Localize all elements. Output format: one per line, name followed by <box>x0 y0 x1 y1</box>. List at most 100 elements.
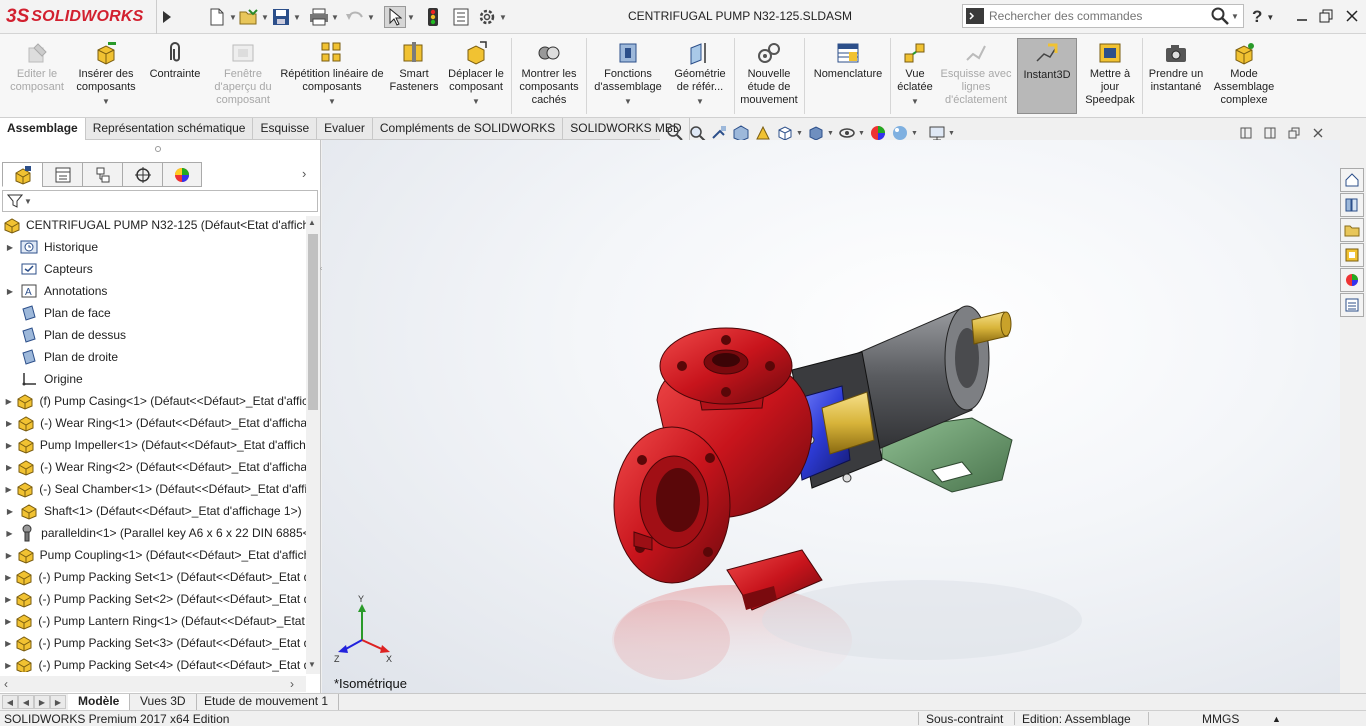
first-tab-arrow[interactable]: ◀ <box>2 695 18 709</box>
tab-configuration-manager[interactable] <box>82 162 122 187</box>
new-dropdown-arrow[interactable]: ▼ <box>228 13 238 22</box>
command-search[interactable]: ▼ <box>962 4 1244 28</box>
panel-grip-handle[interactable] <box>155 146 161 152</box>
expand-arrow[interactable]: ▶ <box>2 507 18 516</box>
tree-row[interactable]: Plan de dessus <box>0 324 306 346</box>
restore-button[interactable] <box>1314 4 1338 28</box>
pump-assembly-model[interactable]: Y X Z <box>322 140 1340 693</box>
tree-row[interactable]: ▶ Pump Coupling<1> (Défaut<<Défaut>_Etat … <box>0 544 306 566</box>
tree-row[interactable]: ▶ (-) Pump Lantern Ring<1> (Défaut<<Défau… <box>0 610 306 632</box>
tab-assemblage[interactable]: Assemblage <box>0 118 86 140</box>
expand-arrow[interactable]: ▶ <box>2 529 17 538</box>
tab-motion-study[interactable]: Etude de mouvement 1 <box>194 694 340 710</box>
show-hidden-components-button[interactable]: Montrer les composants cachés <box>514 38 584 116</box>
linear-pattern-button[interactable]: Répétition linéaire de composants ▼ <box>280 38 384 116</box>
exploded-view-dropdown[interactable]: ▼ <box>894 95 936 108</box>
tab-modele[interactable]: Modèle <box>68 694 131 710</box>
close-button[interactable] <box>1340 4 1364 28</box>
view-orientation-dropdown[interactable]: ▼ <box>796 130 805 137</box>
expand-arrow[interactable]: ▶ <box>2 287 18 296</box>
task-pane-design-library[interactable] <box>1340 193 1364 217</box>
help-button[interactable]: ? ▼ <box>1252 6 1282 28</box>
print-dropdown-arrow[interactable]: ▼ <box>330 13 340 22</box>
expand-arrow[interactable]: ▶ <box>2 551 16 560</box>
tab-display-manager[interactable] <box>162 162 202 187</box>
expand-arrow[interactable]: ▶ <box>2 639 14 648</box>
new-motion-study-button[interactable]: Nouvelle étude de mouvement <box>738 38 800 116</box>
undo-button[interactable] <box>344 6 366 28</box>
tree-row[interactable]: ▶ (-) Wear Ring<1> (Défaut<<Défaut>_Etat … <box>0 412 306 434</box>
scrollbar-thumb[interactable] <box>308 234 318 410</box>
update-speedpak-button[interactable]: Mettre à jour Speedpak <box>1080 38 1140 116</box>
assembly-features-button[interactable]: Fonctions d'assemblage ▼ <box>590 38 666 116</box>
expand-arrow[interactable]: ▶ <box>2 441 16 450</box>
task-pane-file-explorer[interactable] <box>1340 218 1364 242</box>
tree-row[interactable]: ▶ Pump Impeller<1> (Défaut<<Défaut>_Etat … <box>0 434 306 456</box>
tab-complements[interactable]: Compléments de SOLIDWORKS <box>373 118 564 140</box>
take-snapshot-button[interactable]: Prendre un instantané <box>1146 38 1206 116</box>
hide-show-dropdown[interactable]: ▼ <box>858 130 867 137</box>
tab-vues-3d[interactable]: Vues 3D <box>130 694 197 710</box>
search-button[interactable] <box>1209 7 1231 25</box>
tree-row[interactable]: ▶ (-) Wear Ring<2> (Défaut<<Défaut>_Etat … <box>0 456 306 478</box>
new-document-button[interactable] <box>206 6 228 28</box>
solidworks-logo[interactable]: 3S SOLIDWORKS <box>6 6 143 28</box>
tree-row[interactable]: Plan de face <box>0 302 306 324</box>
save-dropdown-arrow[interactable]: ▼ <box>292 13 302 22</box>
print-button[interactable] <box>308 6 330 28</box>
tree-row[interactable]: ▶ (-) Pump Packing Set<4> (Défaut<<Défaut… <box>0 654 306 672</box>
tree-row[interactable]: Plan de droite <box>0 346 306 368</box>
move-component-button[interactable]: Déplacer le composant ▼ <box>444 38 508 116</box>
view-settings-dropdown[interactable]: ▼ <box>948 130 957 137</box>
tree-row[interactable]: CENTRIFUGAL PUMP N32-125 (Défaut<Etat d'… <box>0 214 306 236</box>
prev-tab-arrow[interactable]: ◀ <box>18 695 34 709</box>
more-tabs-arrow[interactable]: › <box>302 166 306 181</box>
expand-arrow[interactable]: ▶ <box>2 661 14 670</box>
tab-feature-manager[interactable] <box>2 162 42 187</box>
insert-components-button[interactable]: Insérer des composants ▼ <box>72 38 140 116</box>
mate-button[interactable]: Contrainte <box>142 38 208 116</box>
linear-pattern-dropdown[interactable]: ▼ <box>280 95 384 108</box>
tab-esquisse[interactable]: Esquisse <box>253 118 318 140</box>
tab-property-manager[interactable] <box>42 162 82 187</box>
expand-arrow[interactable]: ▶ <box>2 617 14 626</box>
expand-arrow[interactable]: ▶ <box>2 463 16 472</box>
select-button[interactable] <box>384 6 406 28</box>
exploded-view-button[interactable]: Vue éclatée ▼ <box>894 38 936 116</box>
tree-vertical-scrollbar[interactable]: ▲ ▼ <box>306 216 320 674</box>
tree-row[interactable]: ▶ Historique <box>0 236 306 258</box>
undo-dropdown-arrow[interactable]: ▼ <box>366 13 376 22</box>
options-button[interactable] <box>476 6 498 28</box>
menu-expand-arrow[interactable] <box>156 0 176 34</box>
search-dropdown-arrow[interactable]: ▼ <box>1231 12 1243 21</box>
expand-arrow[interactable]: ▶ <box>2 573 14 582</box>
expand-arrow[interactable]: ▶ <box>2 397 15 406</box>
reference-geometry-dropdown[interactable]: ▼ <box>668 95 732 108</box>
component-preview-button[interactable]: Fenêtre d'aperçu du composant <box>210 38 276 116</box>
scroll-right-arrow[interactable]: › <box>290 677 294 691</box>
tree-row[interactable]: ▶ A Annotations <box>0 280 306 302</box>
expand-arrow[interactable]: ▶ <box>2 595 14 604</box>
apply-scene-dropdown[interactable]: ▼ <box>911 130 920 137</box>
tree-row[interactable]: ▶ (-) Pump Packing Set<3> (Défaut<<Défaut… <box>0 632 306 654</box>
task-pane-custom-properties[interactable] <box>1340 293 1364 317</box>
open-button[interactable] <box>238 6 260 28</box>
search-input[interactable] <box>989 9 1209 23</box>
scroll-down-arrow[interactable]: ▼ <box>308 660 316 669</box>
task-pane-view-palette[interactable] <box>1340 243 1364 267</box>
tree-row[interactable]: Origine <box>0 368 306 390</box>
tab-evaluer[interactable]: Evaluer <box>317 118 373 140</box>
tree-row[interactable]: Capteurs <box>0 258 306 280</box>
tree-row[interactable]: ▶ (-) Pump Packing Set<2> (Défaut<<Défaut… <box>0 588 306 610</box>
tab-representation-schematique[interactable]: Représentation schématique <box>86 118 254 140</box>
unit-system[interactable]: MMGS <box>1202 712 1239 726</box>
tab-dimxpert-manager[interactable] <box>122 162 162 187</box>
open-dropdown-arrow[interactable]: ▼ <box>260 13 270 22</box>
tree-row[interactable]: ▶ paralleldin<1> (Parallel key A6 x 6 x 2… <box>0 522 306 544</box>
large-assembly-mode-button[interactable]: Mode Assemblage complexe <box>1210 38 1278 116</box>
filter-dropdown-arrow[interactable]: ▼ <box>24 197 32 206</box>
expand-arrow[interactable]: ▶ <box>2 243 18 252</box>
next-tab-arrow[interactable]: ▶ <box>34 695 50 709</box>
edit-component-button[interactable]: Editer le composant <box>4 38 70 116</box>
tree-row[interactable]: ▶ (f) Pump Casing<1> (Défaut<<Défaut>_Eta… <box>0 390 306 412</box>
